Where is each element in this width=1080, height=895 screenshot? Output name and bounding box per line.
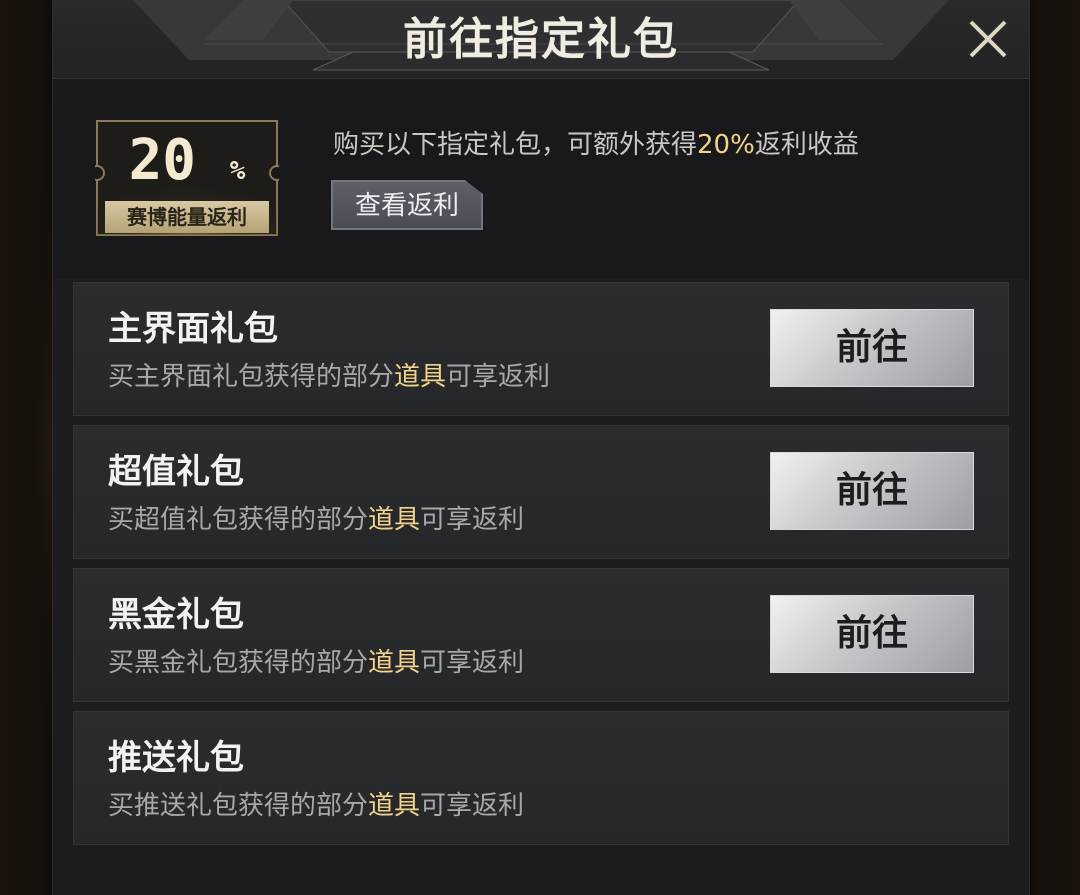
dialog-header: 前往指定礼包 bbox=[53, 0, 1029, 79]
package-row-main: 主界面礼包 买主界面礼包获得的部分道具可享返利 前往 bbox=[73, 282, 1009, 416]
badge-label: 赛博能量返利 bbox=[105, 201, 269, 233]
rebate-description: 购买以下指定礼包，可额外获得20%返利收益 bbox=[333, 130, 859, 160]
view-rebate-button[interactable]: 查看返利 bbox=[331, 180, 483, 230]
rebate-badge: 20 % 赛博能量返利 bbox=[95, 119, 279, 239]
go-button-value[interactable]: 前往 bbox=[770, 452, 974, 530]
go-button-black-gold[interactable]: 前往 bbox=[770, 595, 974, 673]
gift-pack-dialog: 前往指定礼包 20 % 赛博能量返利 购买以下指定礼包，可额外获得20%返利收益… bbox=[52, 0, 1030, 895]
package-subtitle: 买超值礼包获得的部分道具可享返利 bbox=[108, 505, 525, 535]
package-row-push: 推送礼包 买推送礼包获得的部分道具可享返利 bbox=[73, 711, 1009, 845]
package-row-value: 超值礼包 买超值礼包获得的部分道具可享返利 前往 bbox=[73, 425, 1009, 559]
package-title: 黑金礼包 bbox=[108, 595, 244, 635]
package-title: 推送礼包 bbox=[108, 738, 244, 778]
go-button-main[interactable]: 前往 bbox=[770, 309, 974, 387]
close-button[interactable] bbox=[963, 14, 1013, 64]
package-row-black-gold: 黑金礼包 买黑金礼包获得的部分道具可享返利 前往 bbox=[73, 568, 1009, 702]
package-title: 超值礼包 bbox=[108, 452, 244, 492]
package-subtitle: 买黑金礼包获得的部分道具可享返利 bbox=[108, 648, 525, 678]
badge-percent: 20 % bbox=[128, 128, 246, 193]
package-subtitle: 买主界面礼包获得的部分道具可享返利 bbox=[108, 362, 551, 392]
package-subtitle: 买推送礼包获得的部分道具可享返利 bbox=[108, 791, 525, 821]
package-title: 主界面礼包 bbox=[108, 309, 278, 349]
rebate-banner: 20 % 赛博能量返利 购买以下指定礼包，可额外获得20%返利收益 查看返利 bbox=[53, 79, 1029, 279]
dialog-title: 前往指定礼包 bbox=[403, 14, 679, 65]
game-background: 前往指定礼包 20 % 赛博能量返利 购买以下指定礼包，可额外获得20%返利收益… bbox=[0, 0, 1080, 895]
close-icon bbox=[969, 20, 1007, 58]
